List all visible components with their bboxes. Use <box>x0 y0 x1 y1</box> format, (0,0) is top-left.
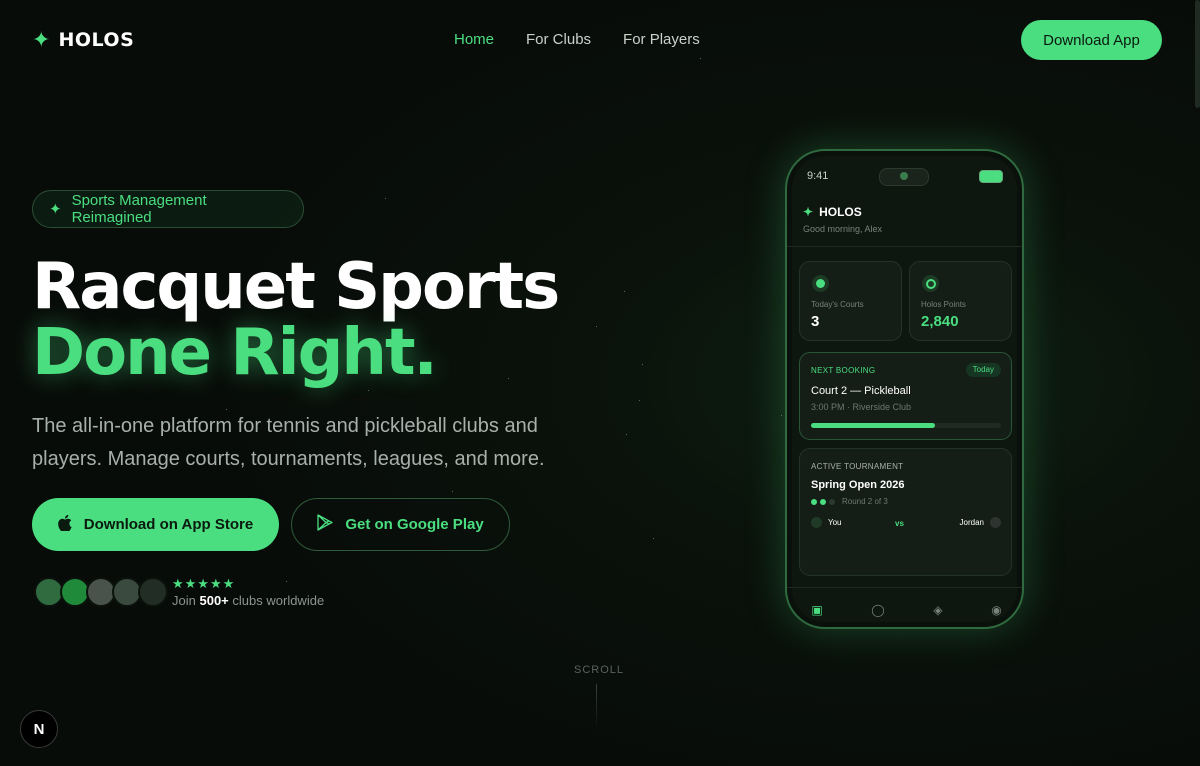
phone-greeting: Good morning, Alex <box>803 224 883 234</box>
club-avatars <box>34 577 168 607</box>
next-booking-card[interactable]: NEXT BOOKING Today Court 2 — Pickleball … <box>799 352 1012 440</box>
brand-name: HOLOS <box>58 29 135 51</box>
nav-link-for-players[interactable]: For Players <box>623 31 700 48</box>
home-icon[interactable]: ▣ <box>811 603 822 617</box>
courts-icon <box>812 275 829 292</box>
stat-card-points[interactable]: Holos Points 2,840 <box>909 261 1012 341</box>
hero-title-line-1: Racquet Sports <box>32 250 560 324</box>
hero-badge-label: Sports Management Reimagined <box>71 192 207 226</box>
main-nav: Home For Clubs For Players <box>454 31 700 48</box>
profile-icon[interactable]: ◉ <box>991 603 1001 617</box>
phone-status-time: 9:41 <box>807 170 829 182</box>
player-opponent: Jordan <box>960 517 1001 528</box>
trophy-icon[interactable]: ◈ <box>933 603 942 617</box>
avatar <box>990 517 1001 528</box>
scroll-indicator-line <box>596 684 597 730</box>
divider <box>787 246 1022 247</box>
today-badge: Today <box>965 363 1001 377</box>
camera-icon <box>900 172 908 180</box>
calendar-icon[interactable]: ◯ <box>871 603 884 617</box>
avatar <box>138 577 168 607</box>
club-count: 500+ <box>199 593 229 608</box>
nav-link-for-clubs[interactable]: For Clubs <box>526 31 591 48</box>
booking-progress-bar <box>811 423 1001 428</box>
sparkle-icon: ✦ <box>32 27 51 52</box>
booking-details: 3:00 PM · Riverside Club <box>811 402 912 412</box>
download-app-button[interactable]: Download App <box>1021 20 1162 60</box>
phone-mockup: 9:41 ✦ HOLOS Good morning, Alex Today's … <box>785 149 1024 629</box>
phone-brand: HOLOS <box>819 205 862 219</box>
hero-title: Racquet Sports Done Right. <box>32 250 560 390</box>
app-store-label: Download on App Store <box>83 516 254 533</box>
phone-app-logo: ✦ HOLOS <box>803 205 862 219</box>
active-tournament-card[interactable]: ACTIVE TOURNAMENT Spring Open 2026 Round… <box>799 448 1012 576</box>
tournament-title: Spring Open 2026 <box>811 479 905 491</box>
booking-title: Court 2 — Pickleball <box>811 385 911 397</box>
hero-title-line-2: Done Right. <box>32 316 438 390</box>
app-store-button[interactable]: Download on App Store <box>32 498 279 551</box>
player-you: You <box>811 517 842 528</box>
stat-card-courts[interactable]: Today's Courts 3 <box>799 261 902 341</box>
points-icon <box>922 275 939 292</box>
sparkle-icon: ✦ <box>49 201 62 218</box>
progress-fill <box>811 423 935 428</box>
page-scrollbar[interactable] <box>1195 0 1200 108</box>
scroll-indicator-label: SCROLL <box>574 664 625 676</box>
nav-link-home[interactable]: Home <box>454 31 494 48</box>
hero-badge: ✦ Sports Management Reimagined <box>32 190 304 228</box>
google-play-label: Get on Google Play <box>345 516 484 533</box>
sparkle-icon: ✦ <box>803 205 814 219</box>
google-play-icon <box>317 514 333 535</box>
hero-subtitle: The all-in-one platform for tennis and p… <box>32 415 545 470</box>
versus-label: vs <box>895 519 904 528</box>
avatar <box>811 517 822 528</box>
social-proof: ★★★★★ Join 500+ clubs worldwide <box>172 576 324 608</box>
brand-logo[interactable]: ✦ HOLOS <box>32 28 134 52</box>
dev-tools-badge[interactable]: N <box>20 710 58 748</box>
google-play-button[interactable]: Get on Google Play <box>291 498 510 551</box>
round-indicator: Round 2 of 3 <box>811 497 888 506</box>
phone-dynamic-island <box>879 168 929 186</box>
join-text: Join 500+ clubs worldwide <box>172 593 325 608</box>
battery-icon <box>979 170 1003 183</box>
phone-tab-bar: ▣ ◯ ◈ ◉ <box>787 587 1022 627</box>
apple-icon <box>57 514 72 535</box>
rating-stars: ★★★★★ <box>172 576 236 591</box>
